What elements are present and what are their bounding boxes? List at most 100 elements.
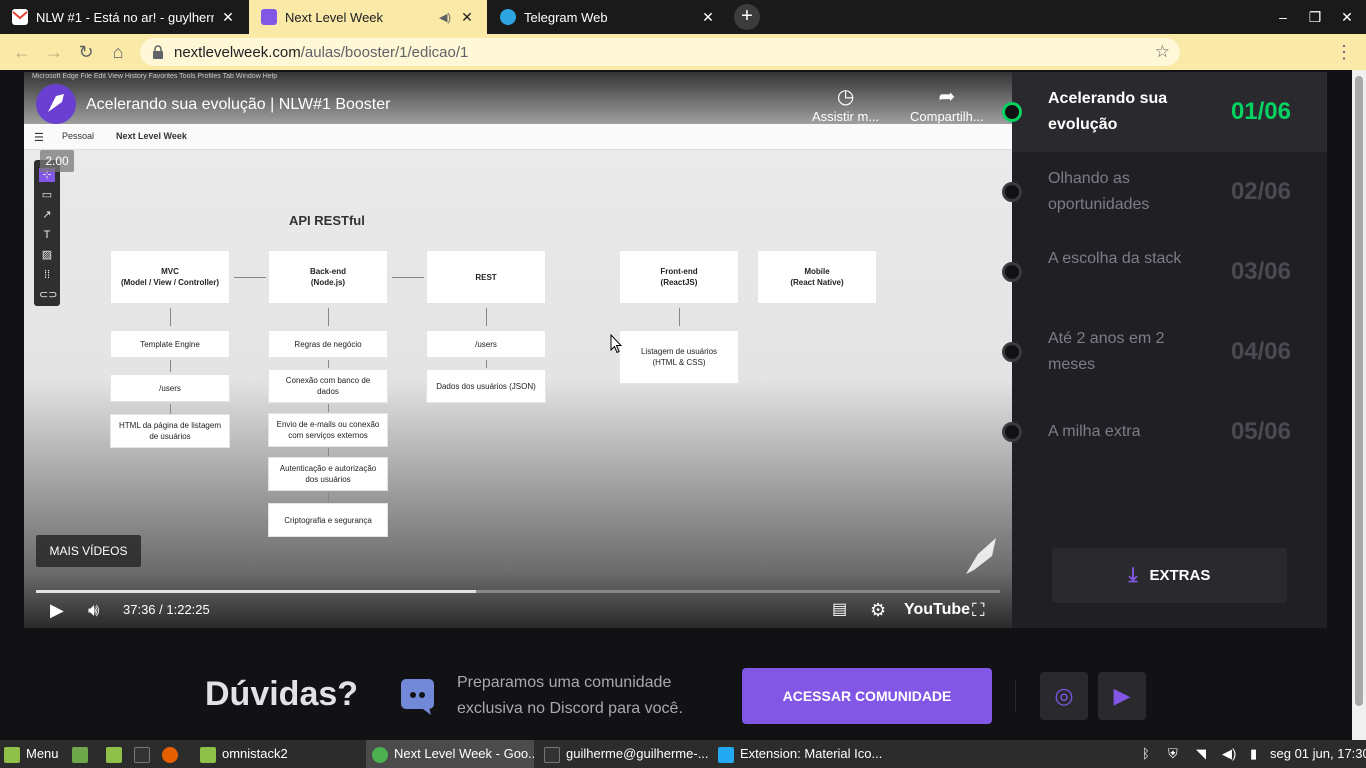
recorded-app-toolbar: ☰ Pessoal Next Level Week [24,124,1012,150]
share-button[interactable]: ➦ Compartilh... [910,84,984,124]
video-player[interactable]: ☰ Pessoal Next Level Week ⊹ ▭ ↗ T ▨ ⁞⁞ ⊂… [24,72,1012,628]
share-icon: ➦ [938,86,956,108]
show-desktop-button[interactable] [72,740,94,768]
scrollbar-thumb[interactable] [1355,76,1363,706]
lesson-item-4[interactable]: Até 2 anos em 2 meses 04/06 [1002,312,1327,392]
new-tab-button[interactable]: + [734,4,760,30]
tab-next-level-week[interactable]: Next Level Week ◀) ✕ [249,0,487,34]
watch-later-button[interactable]: ◷ Assistir m... [812,84,879,124]
diagram-regras: Regras de negócio [268,330,388,358]
channel-logo[interactable] [36,84,76,124]
page-scrollbar[interactable] [1352,70,1366,740]
battery-icon[interactable]: ▮ [1250,740,1262,768]
tab-gmail[interactable]: NLW #1 - Está no ar! - guylherm ✕ [0,0,248,34]
lesson-number: 04/06 [1230,338,1291,365]
video-progress-bar[interactable] [36,590,1000,593]
video-title[interactable]: Acelerando sua evolução | NLW#1 Booster [86,96,390,114]
tab-title: NLW #1 - Está no ar! - guylherm [36,9,214,25]
telegram-icon [500,9,516,25]
diagram-arrow [328,404,329,412]
settings-gear-icon[interactable]: ⚙ [870,598,886,622]
back-icon[interactable]: ← [10,40,34,64]
url-host: nextlevelweek.com [174,44,301,61]
lesson-number: 01/06 [1230,98,1291,125]
text-tool-icon: T [43,229,51,241]
desktop-icon [72,746,88,763]
folder-icon [106,746,122,763]
diagram-envio: Envio de e-mails ou conexão com serviços… [268,413,388,447]
image-tool-icon: ▨ [41,249,53,261]
bookmark-star-icon[interactable]: ☆ [1155,42,1170,62]
taskbar-window-terminal[interactable]: guilherme@guilherme-... [540,740,710,768]
close-icon[interactable]: ✕ [700,9,716,26]
reload-icon[interactable]: ↻ [74,40,98,64]
diagram-frontend: Front-end (ReactJS) [619,250,739,304]
instagram-icon[interactable]: ◎ [1040,672,1088,720]
join-community-button[interactable]: ACESSAR COMUNIDADE [742,668,992,724]
diagram-arrow [170,404,171,414]
channel-watermark-icon[interactable] [962,534,1002,580]
clock[interactable]: seg 01 jun, 17:30 [1270,740,1366,768]
wifi-icon[interactable]: ◥ [1196,740,1214,768]
firefox-launcher[interactable] [162,740,184,768]
lesson-item-5[interactable]: A milha extra 05/06 [1002,392,1327,472]
forward-icon[interactable]: → [42,40,66,64]
volume-icon[interactable]: 🔊︎ [88,598,99,622]
taskbar-window-omnistack[interactable]: omnistack2 [196,740,360,768]
diagram-mvc: MVC (Model / View / Controller) [110,250,230,304]
url-bar[interactable]: nextlevelweek.com/aulas/booster/1/edicao… [140,38,1180,66]
minimize-button[interactable]: – [1267,0,1299,34]
home-icon[interactable]: ⌂ [106,40,130,64]
subtitles-icon[interactable]: ▤ [832,598,847,622]
diagram-rest: REST [426,250,546,304]
close-icon[interactable]: ✕ [220,9,236,26]
menu-label: Menu [26,746,59,761]
youtube-icon[interactable]: ▶ [1098,672,1146,720]
extras-label: EXTRAS [1149,567,1211,584]
taskbar-window-chrome[interactable]: Next Level Week - Goo... [366,740,534,768]
taskbar-window-label: Extension: Material Ico... [740,746,883,761]
lesson-status-dot [1002,422,1022,442]
diagram-users-1: /users [110,374,230,402]
more-videos-button[interactable]: MAIS VÍDEOS [36,535,141,567]
diagram-arrow [328,308,329,326]
speaker-icon[interactable]: ◀) [437,11,453,24]
rectangle-tool-icon: ▭ [41,189,53,201]
lesson-number: 03/06 [1230,258,1291,285]
video-time: 37:36 / 1:22:25 [123,602,210,617]
lesson-label: A milha extra [1048,423,1141,440]
taskbar-window-vscode[interactable]: Extension: Material Ico... [714,740,884,768]
lesson-label: Olhando as oportunidades [1048,170,1150,213]
url-path: /aulas/booster/1/edicao/1 [300,44,469,61]
watch-later-label: Assistir m... [812,109,880,124]
breadcrumb-doc: Next Level Week [116,131,187,141]
diagram-listagem: Listagem de usuários (HTML & CSS) [619,330,739,384]
lesson-status-dot [1002,262,1022,282]
lesson-item-2[interactable]: Olhando as oportunidades 02/06 [1002,152,1327,232]
fullscreen-icon[interactable]: ⛶ [972,598,985,622]
file-manager-launcher[interactable] [106,740,128,768]
playback-speed-badge: 2.00 [40,150,74,172]
extras-button[interactable]: ⤓ EXTRAS [1052,548,1287,603]
maximize-button[interactable]: ❐ [1299,0,1331,34]
os-taskbar: Menu omnistack2 Next Level Week - Goo...… [0,740,1366,768]
close-icon[interactable]: ✕ [459,9,475,26]
youtube-logo[interactable]: YouTube [904,601,970,619]
taskbar-window-label: omnistack2 [222,746,288,761]
tab-telegram[interactable]: Telegram Web ✕ [488,0,728,34]
terminal-launcher[interactable] [134,740,156,768]
lesson-item-3[interactable]: A escolha da stack 03/06 [1002,232,1327,312]
menu-kebab-icon[interactable]: ⋮ [1332,40,1356,64]
bluetooth-icon[interactable]: ᛒ [1142,740,1158,768]
volume-icon[interactable]: ◀) [1222,740,1240,768]
tab-title: Telegram Web [524,9,608,25]
start-menu-button[interactable]: Menu [4,740,68,768]
discord-icon [401,679,434,715]
shield-icon[interactable]: ⛨ [1168,740,1186,768]
play-button[interactable]: ▶ [50,598,64,622]
vscode-icon [718,746,734,763]
diagram-arrow [328,492,329,502]
close-window-button[interactable]: ✕ [1331,0,1363,34]
diagram-arrow [392,277,424,278]
lesson-item-1[interactable]: Acelerando sua evolução 01/06 [1002,72,1327,152]
